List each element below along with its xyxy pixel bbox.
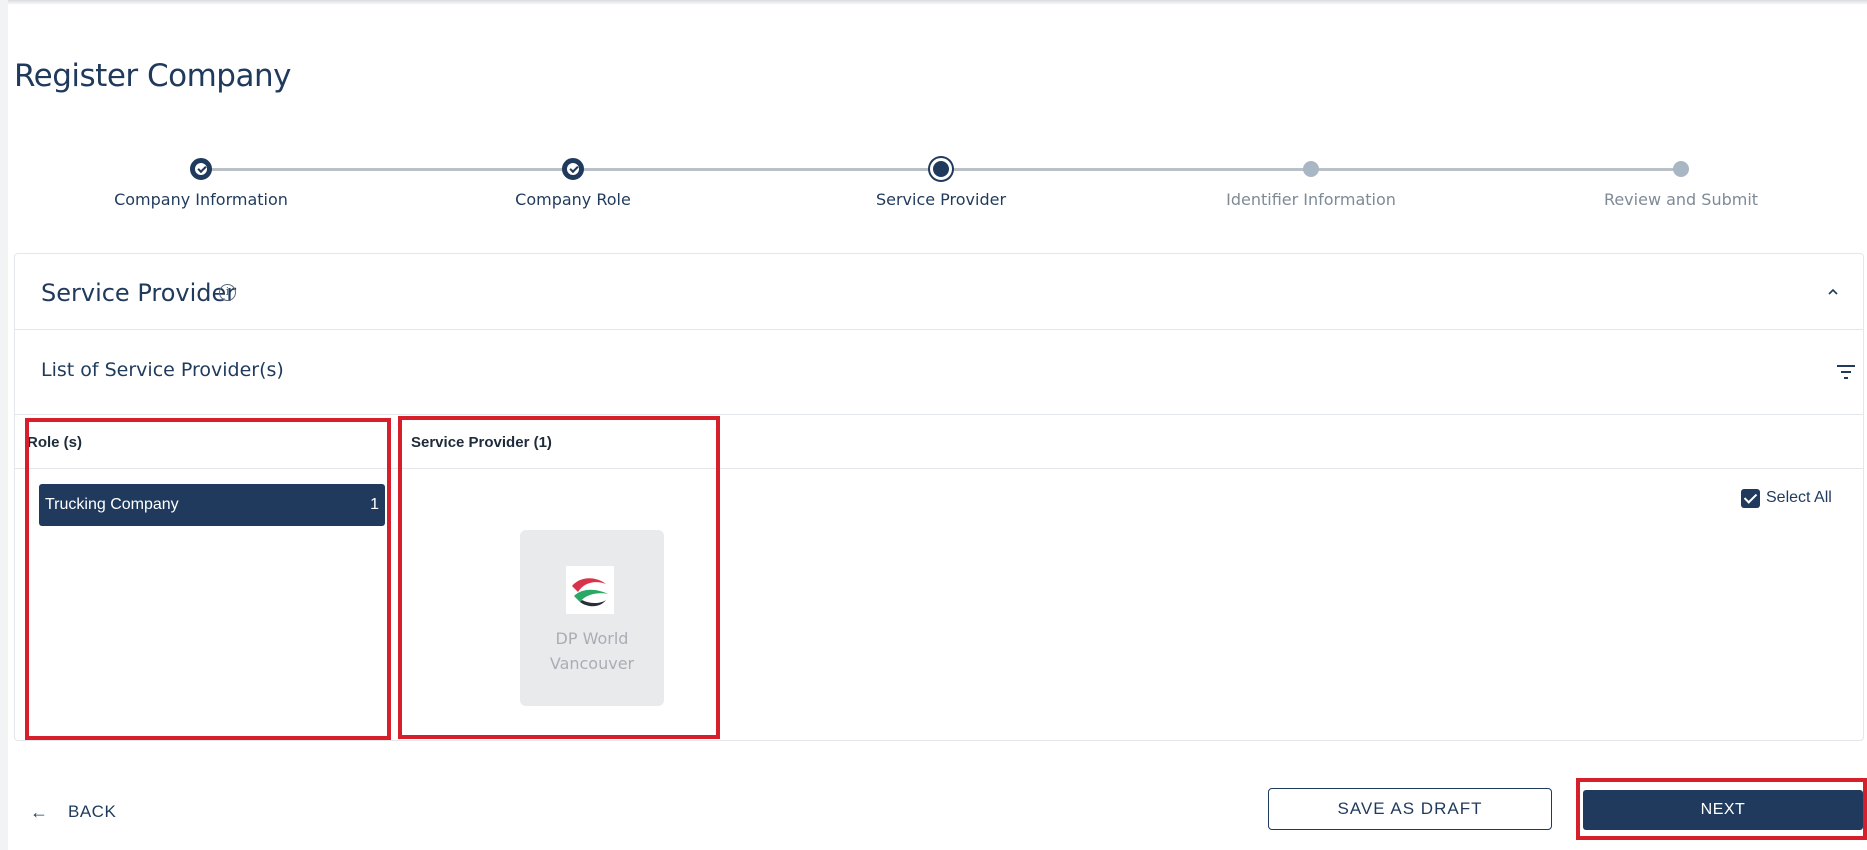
panel-title: Service Provider <box>41 279 237 307</box>
dp-world-logo <box>566 566 614 614</box>
progress-stepper: Company Information Company Role Service… <box>0 150 1867 220</box>
providers-column-header: Service Provider (1) <box>411 434 552 451</box>
step-connector <box>573 168 941 171</box>
filter-icon[interactable] <box>1835 363 1857 381</box>
step-current-icon <box>930 158 952 180</box>
page-title: Register Company <box>14 58 291 94</box>
service-provider-card[interactable]: DP World Vancouver <box>520 530 664 706</box>
left-edge <box>0 0 8 850</box>
step-label: Service Provider <box>875 190 1007 209</box>
step-complete-icon <box>190 158 212 180</box>
panel-header[interactable]: Service Provider i <box>15 254 1863 330</box>
arrow-left-icon: ← <box>30 802 48 822</box>
role-count: 1 <box>370 496 379 513</box>
role-label: Trucking Company <box>45 496 179 513</box>
step-label: Company Information <box>114 190 288 209</box>
service-provider-name: DP World Vancouver <box>549 629 635 673</box>
roles-column-header: Role (s) <box>27 434 83 451</box>
back-button[interactable]: ← BACK <box>30 800 150 824</box>
list-header: List of Service Provider(s) <box>15 331 1863 415</box>
service-provider-panel: Service Provider i List of Service Provi… <box>14 253 1864 741</box>
step-complete-icon <box>562 158 584 180</box>
column-headers: Role (s) Service Provider (1) <box>15 416 1863 469</box>
step-pending-icon <box>1303 161 1319 177</box>
list-title: List of Service Provider(s) <box>41 359 284 381</box>
step-label: Company Role <box>515 190 631 209</box>
role-item-trucking-company[interactable]: Trucking Company 1 <box>39 484 385 526</box>
step-label: Identifier Information <box>1226 190 1396 209</box>
save-as-draft-button[interactable]: SAVE AS DRAFT <box>1268 788 1552 830</box>
info-circle-icon[interactable]: i <box>219 284 236 301</box>
top-shadow <box>0 0 1867 5</box>
back-label: BACK <box>68 802 117 821</box>
checkbox-checked-icon[interactable] <box>1741 489 1760 508</box>
step-connector <box>201 168 573 171</box>
step-connector <box>1311 168 1681 171</box>
select-all-label: Select All <box>1766 489 1832 506</box>
step-connector <box>941 168 1311 171</box>
step-pending-icon <box>1673 161 1689 177</box>
chevron-up-icon[interactable] <box>1825 284 1841 300</box>
next-button[interactable]: NEXT <box>1583 790 1863 830</box>
column-divider <box>399 416 400 741</box>
select-all-checkbox[interactable]: Select All <box>1741 486 1851 510</box>
step-label: Review and Submit <box>1603 190 1759 209</box>
